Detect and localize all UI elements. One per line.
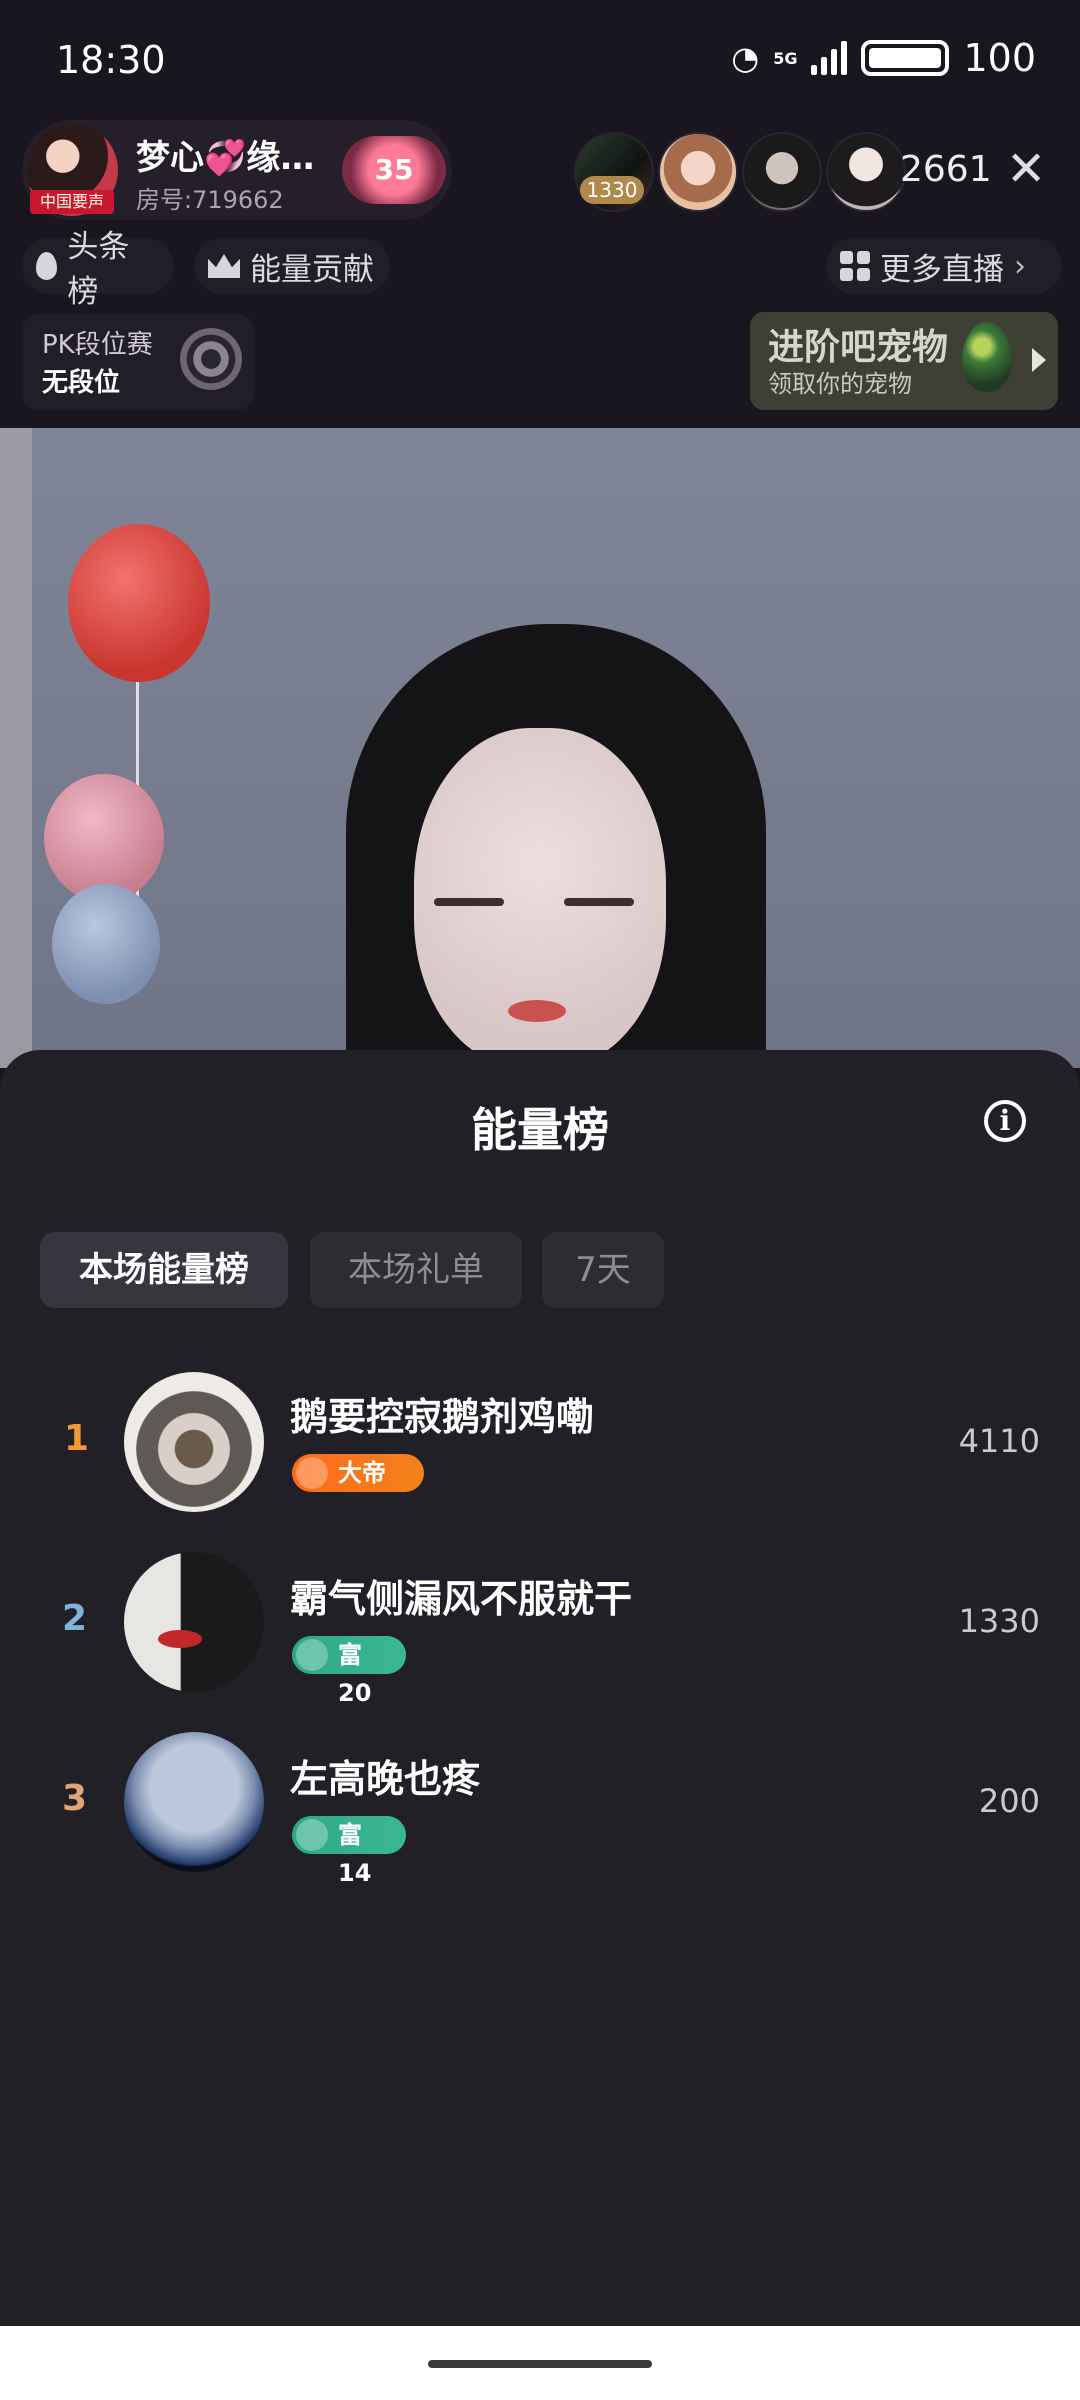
heart-level-badge[interactable]: 35	[342, 136, 446, 204]
emperor-crest-icon	[296, 1457, 328, 1489]
rank-number: 3	[62, 1778, 88, 1819]
red-balloon	[68, 524, 210, 682]
network-type: 5G	[773, 48, 798, 68]
sheet-title: 能量榜	[471, 1103, 609, 1157]
pk-title: PK段位赛	[42, 330, 153, 360]
chevron-right-icon: ›	[1014, 248, 1026, 284]
viewer-count[interactable]: 2661	[900, 140, 992, 200]
user-avatar[interactable]	[124, 1552, 264, 1692]
level-badge: 富20	[292, 1636, 406, 1707]
viewer-contribution-badge: 1330	[580, 176, 644, 204]
close-icon[interactable]: ✕	[1006, 144, 1046, 194]
home-indicator[interactable]	[428, 2360, 652, 2368]
pet-title: 进阶吧宠物	[768, 327, 949, 368]
host-name[interactable]: 梦心💞缘…	[136, 130, 314, 179]
user-name[interactable]: 左高晚也疼	[290, 1748, 480, 1803]
pk-rank: 无段位	[42, 368, 121, 398]
status-indicators: ◔ 5G 100	[731, 36, 1036, 80]
tab-session-energy[interactable]: 本场能量榜	[40, 1232, 288, 1308]
status-bar: 18:30 ◔ 5G 100	[0, 0, 1080, 120]
rank-number: 1	[64, 1418, 90, 1459]
pk-rank-icon	[180, 328, 242, 390]
blue-balloon	[52, 884, 160, 1004]
more-live-chip[interactable]: 更多直播 ›	[826, 238, 1062, 294]
user-avatar[interactable]	[124, 1372, 264, 1512]
pet-subtitle: 领取你的宠物	[768, 370, 912, 398]
viewer-avatar[interactable]	[742, 132, 822, 212]
headline-label: 头条榜	[67, 229, 130, 310]
viewer-avatar[interactable]	[658, 132, 738, 212]
pink-balloon	[44, 774, 164, 902]
crown-icon	[208, 254, 240, 278]
status-time: 18:30	[56, 38, 166, 82]
energy-score: 200	[978, 1782, 1040, 1820]
flame-icon	[36, 252, 58, 280]
info-icon[interactable]: i	[984, 1100, 1026, 1142]
energy-contribution-label: 能量贡献	[250, 251, 374, 288]
battery-level: 100	[963, 36, 1036, 80]
streamer-lips	[508, 1000, 566, 1022]
energy-score: 4110	[958, 1422, 1040, 1460]
rank-number: 2	[62, 1598, 88, 1639]
grid-icon	[840, 251, 870, 281]
play-arrow-icon	[1032, 348, 1046, 372]
tab-session-gifts[interactable]: 本场礼单	[310, 1232, 522, 1308]
level-badge: 大帝	[292, 1454, 424, 1492]
tab-7-days[interactable]: 7天	[542, 1232, 664, 1308]
rich-triangle-icon	[296, 1639, 328, 1671]
user-name[interactable]: 霸气侧漏风不服就干	[290, 1568, 632, 1623]
user-name[interactable]: 鹅要控寂鹅剂鸡嘞	[290, 1386, 594, 1441]
streamer-eye	[564, 898, 634, 906]
headline-chip[interactable]: 头条榜	[22, 229, 174, 310]
live-video[interactable]	[0, 428, 1080, 1068]
host-avatar-tag: 中国要声	[30, 190, 114, 214]
more-live-label: 更多直播	[880, 251, 1004, 288]
badge-label: 大帝	[338, 1459, 386, 1487]
wifi-icon: ◔	[731, 39, 760, 77]
energy-contribution-chip[interactable]: 能量贡献	[194, 238, 390, 294]
room-id: 房号:719662	[136, 186, 284, 214]
viewer-avatar[interactable]	[826, 132, 906, 212]
user-avatar[interactable]	[124, 1732, 264, 1872]
rich-triangle-icon	[296, 1819, 328, 1851]
video-wall	[0, 428, 32, 1068]
energy-score: 1330	[958, 1602, 1040, 1640]
battery-icon	[861, 40, 950, 76]
streamer-eye	[434, 898, 504, 906]
level-badge: 富14	[292, 1816, 406, 1887]
signal-icon	[811, 41, 848, 75]
